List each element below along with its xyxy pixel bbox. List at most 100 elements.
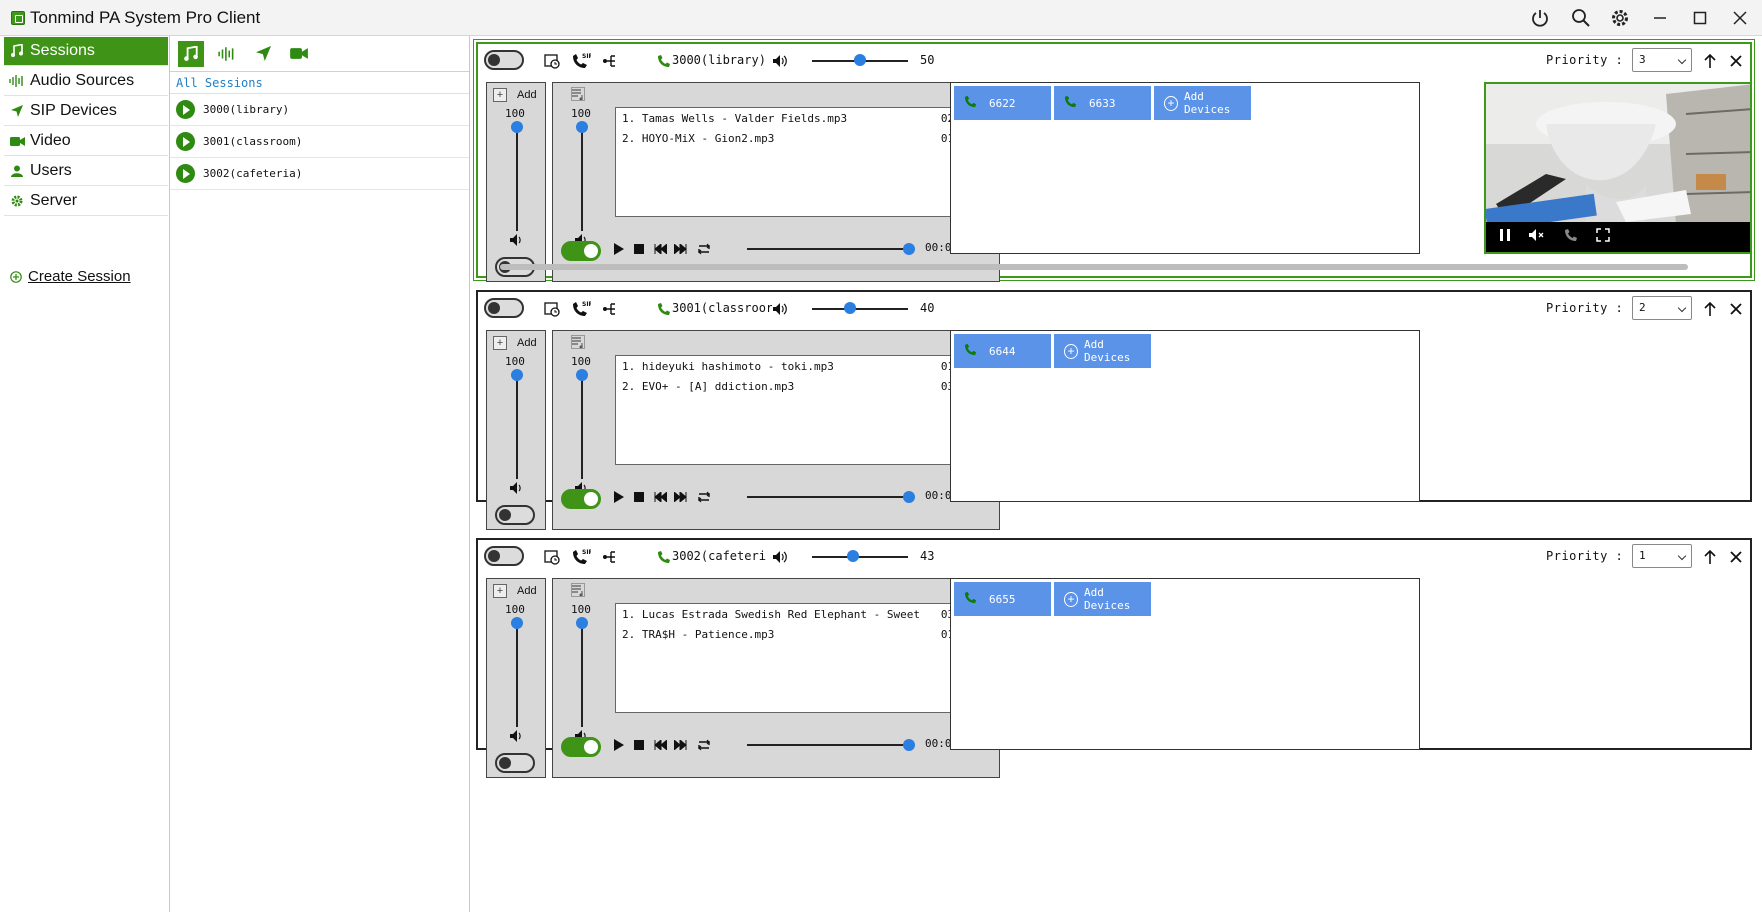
all-sessions-header[interactable]: All Sessions	[170, 72, 469, 94]
session-volume-slider[interactable]	[812, 556, 908, 558]
nav-item-sip-devices[interactable]: SIP Devices	[4, 97, 168, 126]
priority-select[interactable]: 3	[1632, 48, 1692, 72]
session-enable-toggle[interactable]	[484, 298, 524, 318]
remove-session-icon[interactable]	[1726, 299, 1746, 319]
move-up-icon[interactable]	[1700, 51, 1720, 71]
minimize-icon[interactable]	[1643, 4, 1677, 32]
seek-bar[interactable]	[747, 496, 907, 498]
priority-select[interactable]: 1	[1632, 544, 1692, 568]
session-volume-knob[interactable]	[844, 302, 857, 314]
mic-level-knob[interactable]	[511, 617, 523, 629]
nav-item-audio-sources[interactable]: Audio Sources	[4, 67, 168, 96]
list-item[interactable]: 1. Tamas Wells - Valder Fields.mp3 02:38	[622, 112, 974, 130]
player-level-knob[interactable]	[576, 121, 588, 133]
session-volume-knob[interactable]	[854, 54, 866, 66]
add-devices-button[interactable]: + Add Devices	[1054, 582, 1151, 616]
session-enable-toggle[interactable]	[484, 50, 524, 70]
fullscreen-icon[interactable]	[1596, 227, 1610, 247]
schedule-icon[interactable]	[542, 51, 562, 71]
nav-item-server[interactable]: Server	[4, 187, 168, 216]
seek-bar[interactable]	[747, 744, 907, 746]
device-tile[interactable]: 6633	[1054, 86, 1151, 120]
mic-toggle[interactable]	[495, 753, 535, 773]
stop-icon[interactable]	[631, 489, 647, 505]
seek-bar[interactable]	[747, 248, 907, 250]
session-volume-slider[interactable]	[812, 308, 908, 310]
list-item[interactable]: 3001(classroom)	[170, 126, 469, 158]
mic-level-knob[interactable]	[511, 369, 523, 381]
mic-level-slider[interactable]	[516, 373, 518, 479]
player-level-knob[interactable]	[576, 617, 588, 629]
schedule-icon[interactable]	[542, 299, 562, 319]
create-session-link[interactable]: Create Session	[10, 268, 131, 285]
session-enable-toggle[interactable]	[484, 546, 524, 566]
playlist-icon[interactable]	[571, 87, 585, 106]
list-item[interactable]: 2. HOYO-MiX - Gion2.mp3 01:12	[622, 132, 974, 150]
add-devices-button[interactable]: + Add Devices	[1154, 86, 1251, 120]
mic-level-slider[interactable]	[516, 125, 518, 231]
settings-gear-icon[interactable]	[1603, 4, 1637, 32]
add-source-icon[interactable]: +	[493, 88, 507, 102]
horizontal-scrollbar[interactable]	[500, 264, 1688, 270]
list-item[interactable]: 2. TRA$H - Patience.mp3 01:46	[622, 628, 974, 646]
video-tab-icon[interactable]	[286, 41, 312, 67]
list-item[interactable]: 3000(library)	[170, 94, 469, 126]
send-tab-icon[interactable]	[250, 41, 276, 67]
schedule-icon[interactable]	[542, 547, 562, 567]
seek-knob[interactable]	[903, 491, 915, 503]
playlist-icon[interactable]	[571, 335, 585, 354]
routing-icon[interactable]	[600, 547, 620, 567]
device-tile[interactable]: 6622	[954, 86, 1051, 120]
list-item[interactable]: 1. hideyuki hashimoto - toki.mp3 01:45	[622, 360, 974, 378]
video-preview[interactable]	[1484, 82, 1752, 254]
player-level-slider[interactable]	[581, 125, 583, 231]
previous-icon[interactable]	[652, 241, 668, 257]
music-tab-icon[interactable]	[178, 40, 204, 67]
remove-session-icon[interactable]	[1726, 547, 1746, 567]
next-icon[interactable]	[673, 737, 689, 753]
repeat-icon[interactable]	[696, 241, 712, 257]
mute-icon[interactable]	[1528, 228, 1546, 247]
list-item[interactable]: 2. EVO+ - [A] ddiction.mp3 03:16	[622, 380, 974, 398]
stop-icon[interactable]	[631, 737, 647, 753]
sip-call-icon[interactable]: SIP	[571, 51, 591, 71]
device-tile[interactable]: 6655	[954, 582, 1051, 616]
waveform-tab-icon[interactable]	[214, 41, 240, 67]
close-icon[interactable]	[1723, 4, 1757, 32]
player-level-slider[interactable]	[581, 621, 583, 727]
repeat-icon[interactable]	[696, 737, 712, 753]
add-devices-button[interactable]: + Add Devices	[1054, 334, 1151, 368]
pause-icon[interactable]	[1500, 228, 1510, 246]
stop-icon[interactable]	[631, 241, 647, 257]
play-icon[interactable]	[611, 489, 627, 505]
player-enable-toggle[interactable]	[561, 241, 601, 261]
mic-toggle[interactable]	[495, 505, 535, 525]
routing-icon[interactable]	[600, 299, 620, 319]
repeat-icon[interactable]	[696, 489, 712, 505]
play-circle-icon[interactable]	[176, 132, 195, 151]
list-item[interactable]: 3002(cafeteria)	[170, 158, 469, 190]
next-icon[interactable]	[673, 489, 689, 505]
player-level-slider[interactable]	[581, 373, 583, 479]
sip-call-icon[interactable]: SIP	[571, 547, 591, 567]
device-tile[interactable]: 6644	[954, 334, 1051, 368]
add-source-icon[interactable]: +	[493, 584, 507, 598]
playlist-icon[interactable]	[571, 583, 585, 602]
play-icon[interactable]	[611, 737, 627, 753]
player-level-knob[interactable]	[576, 369, 588, 381]
nav-item-users[interactable]: Users	[4, 157, 168, 186]
session-volume-knob[interactable]	[847, 550, 860, 562]
move-up-icon[interactable]	[1700, 299, 1720, 319]
remove-session-icon[interactable]	[1726, 51, 1746, 71]
move-up-icon[interactable]	[1700, 547, 1720, 567]
sip-call-icon[interactable]: SIP	[571, 299, 591, 319]
maximize-icon[interactable]	[1683, 4, 1717, 32]
previous-icon[interactable]	[652, 489, 668, 505]
previous-icon[interactable]	[652, 737, 668, 753]
nav-item-video[interactable]: Video	[4, 127, 168, 156]
intercom-phone-icon[interactable]	[1564, 228, 1578, 247]
power-icon[interactable]	[1523, 4, 1557, 32]
player-enable-toggle[interactable]	[561, 489, 601, 509]
play-icon[interactable]	[611, 241, 627, 257]
play-circle-icon[interactable]	[176, 164, 195, 183]
